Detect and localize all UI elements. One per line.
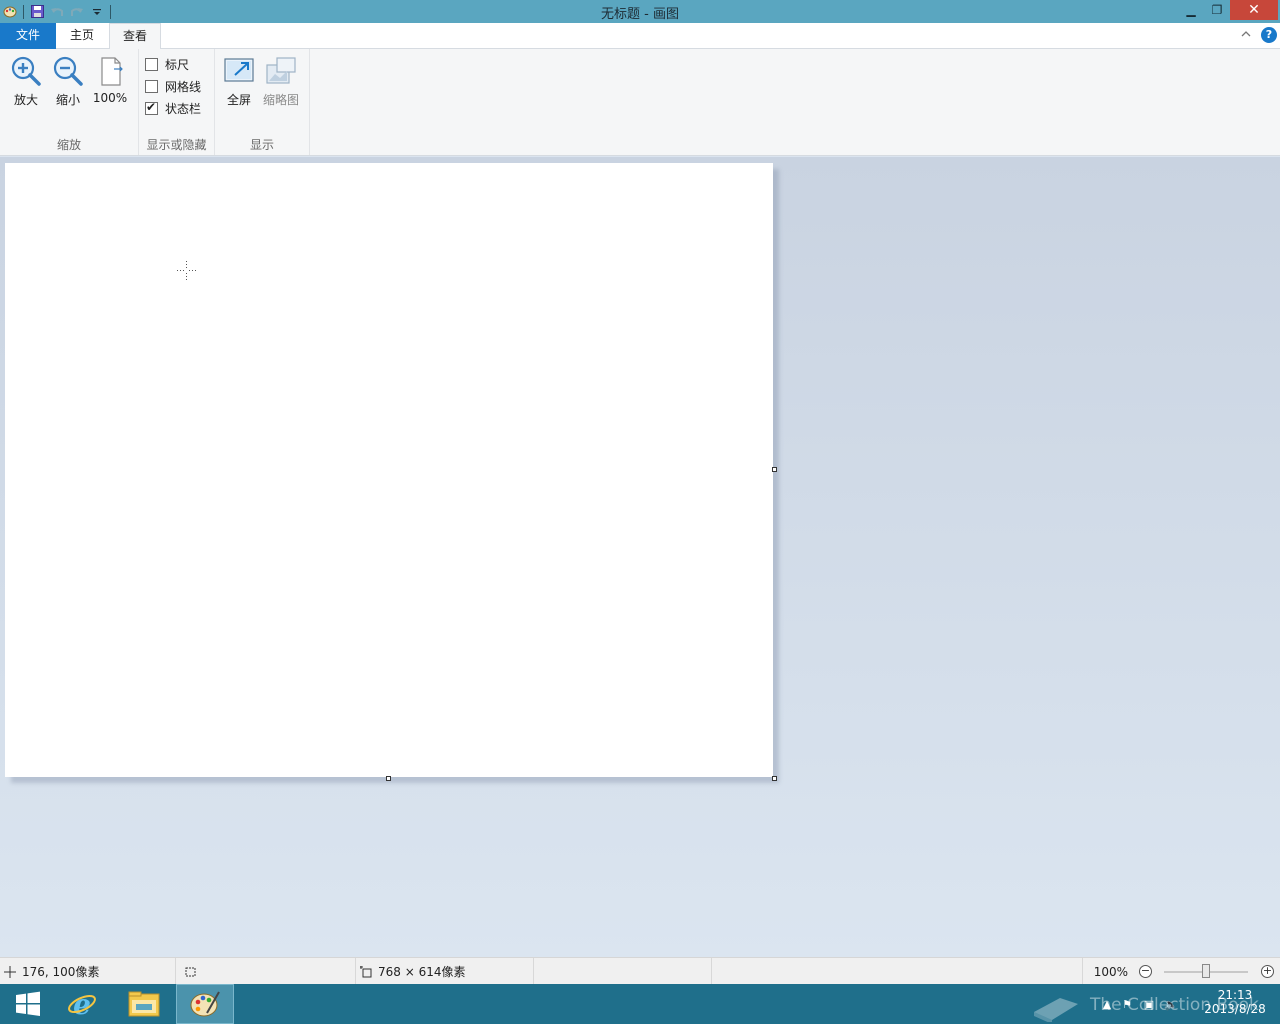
file-explorer-icon <box>128 991 160 1017</box>
tab-home[interactable]: 主页 <box>56 23 108 49</box>
crosshair-cursor-icon <box>177 261 196 280</box>
close-button[interactable]: ✕ <box>1230 0 1278 20</box>
cursor-position-icon <box>4 965 16 978</box>
book-watermark-icon <box>1034 998 1078 1022</box>
show-hide-group-label: 显示或隐藏 <box>146 138 207 152</box>
canvas-size-cell: 768 × 614像素 <box>356 958 534 985</box>
minimize-button[interactable]: ▁ <box>1178 0 1204 20</box>
show-hidden-icons-icon[interactable]: ▲ <box>1098 998 1116 1011</box>
canvas-workspace <box>0 157 1280 957</box>
svg-text:e: e <box>73 988 91 1020</box>
gridlines-checkbox-box[interactable] <box>145 79 158 93</box>
statusbar-checkbox-box[interactable] <box>145 100 158 115</box>
clock-time: 21:13 <box>1217 988 1253 1002</box>
fullscreen-icon <box>224 58 254 82</box>
gridlines-checkbox[interactable]: 网格线 <box>145 77 201 95</box>
zoom-out-button[interactable]: 缩小 <box>48 53 88 109</box>
status-empty-cell <box>534 958 712 985</box>
zoom-in-label: 放大 <box>13 93 38 107</box>
thumbnail-icon <box>266 57 296 84</box>
zoom-in-button[interactable]: 放大 <box>6 53 46 109</box>
windows-start-button[interactable] <box>0 984 56 1024</box>
thumbnail-label: 缩略图 <box>262 93 299 107</box>
title-bar: 无标题 - 画图 ▁ ❐ ✕ <box>0 0 1280 23</box>
network-icon[interactable]: ▣ <box>1138 998 1160 1011</box>
page-100-icon <box>101 57 123 86</box>
action-center-flag-icon[interactable]: ⚑ <box>1116 998 1138 1011</box>
internet-explorer-button[interactable]: e <box>54 984 110 1024</box>
zoom-out-label: 缩小 <box>55 93 80 107</box>
rulers-checkbox[interactable]: 标尺 <box>145 55 189 73</box>
paint-taskbar-button[interactable] <box>176 984 234 1024</box>
collapse-ribbon-icon[interactable] <box>1238 28 1254 44</box>
canvas-size-icon <box>360 965 372 977</box>
selection-size-cell <box>176 958 356 985</box>
windows-start-icon <box>16 991 40 1016</box>
volume-icon[interactable]: 🔈 <box>1160 998 1182 1011</box>
rulers-label: 标尺 <box>165 57 190 72</box>
resize-handle-right[interactable] <box>772 467 777 472</box>
zoom-out-status-button[interactable]: − <box>1139 965 1152 978</box>
statusbar-label: 状态栏 <box>165 101 202 116</box>
internet-explorer-icon: e <box>68 988 96 1020</box>
zoom-group: 放大 缩小 100% 缩放 <box>0 49 139 155</box>
taskbar-clock[interactable]: 21:13 2013/8/28 <box>1200 988 1270 1016</box>
paint-icon <box>190 991 220 1017</box>
zoom-group-label: 缩放 <box>56 138 81 152</box>
zoom-out-icon <box>53 56 83 86</box>
resize-handle-corner[interactable] <box>772 776 777 781</box>
clock-date: 2013/8/28 <box>1204 1002 1266 1016</box>
rulers-checkbox-box[interactable] <box>145 57 158 71</box>
help-icon[interactable]: ? <box>1261 27 1277 43</box>
ribbon-panel: 放大 缩小 100% 缩放 标尺 网格线 ✔ 状态栏 显示或隐藏 全屏 缩略图 … <box>0 49 1280 156</box>
cursor-position-cell: 176, 100像素 <box>0 958 176 985</box>
zoom-level-text: 100% <box>1093 964 1128 979</box>
system-tray: ▲ ⚑ ▣ 🔈 <box>1098 994 1182 1014</box>
file-explorer-button[interactable] <box>116 984 172 1024</box>
status-bar: 176, 100像素 768 × 614像素 100% − + <box>0 957 1280 985</box>
cursor-position-text: 176, 100像素 <box>22 965 100 979</box>
resize-handle-bottom[interactable] <box>386 776 391 781</box>
tab-view[interactable]: 查看 <box>109 23 161 50</box>
fullscreen-button[interactable]: 全屏 <box>219 53 259 109</box>
drawing-canvas[interactable] <box>5 163 773 777</box>
selection-icon <box>185 967 196 976</box>
statusbar-checkbox[interactable]: 状态栏 <box>145 99 201 117</box>
canvas-size-text: 768 × 614像素 <box>378 965 466 979</box>
display-group-label: 显示 <box>249 138 274 152</box>
window-title: 无标题 - 画图 <box>601 7 679 22</box>
show-hide-group: 标尺 网格线 状态栏 显示或隐藏 <box>139 49 215 155</box>
gridlines-label: 网格线 <box>165 79 202 94</box>
zoom-in-icon <box>11 56 41 86</box>
thumbnail-button[interactable]: 缩略图 <box>261 53 301 109</box>
actual-size-label: 100% <box>92 91 128 105</box>
display-group: 全屏 缩略图 显示 <box>215 49 310 155</box>
actual-size-button[interactable]: 100% <box>90 53 130 109</box>
zoom-in-status-button[interactable]: + <box>1261 965 1274 978</box>
tab-file[interactable]: 文件 <box>0 23 56 49</box>
maximize-button[interactable]: ❐ <box>1204 0 1230 20</box>
zoom-slider-thumb[interactable] <box>1202 964 1210 978</box>
zoom-level-cell: 100% <box>1082 958 1132 985</box>
fullscreen-label: 全屏 <box>226 93 251 107</box>
ribbon-tabs: 文件 主页 查看 ? <box>0 23 1280 50</box>
